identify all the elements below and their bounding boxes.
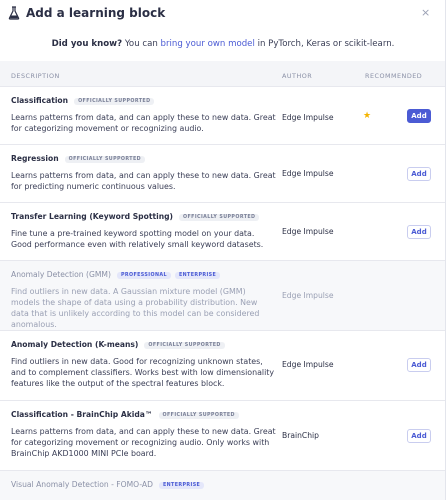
block-title: Visual Anomaly Detection - FOMO-AD ENTERP… [11, 480, 205, 489]
dialog-title: Add a learning block [26, 6, 166, 20]
block-title-text: Transfer Learning (Keyword Spotting) [11, 212, 174, 221]
block-title: Regression OFFICIALLY SUPPORTED [11, 154, 146, 163]
column-description: DESCRIPTION [11, 72, 60, 80]
star-icon: ★ [363, 111, 372, 121]
supported-badge: OFFICIALLY SUPPORTED [74, 98, 155, 105]
block-row-anomaly-gmm: Anomaly Detection (GMM) PROFESSIONAL ENTER… [0, 260, 445, 331]
block-description: Learns patterns from data, and can apply… [11, 113, 276, 133]
block-title-text: Visual Anomaly Detection - FOMO-AD [11, 480, 153, 489]
column-recommended: RECOMMENDED [365, 72, 423, 80]
add-regression-button[interactable]: Add [407, 167, 431, 181]
block-description: Learns patterns from data, and can apply… [11, 427, 276, 458]
block-row-brainchip-akida: Classification - BrainChip Akida™ OFFICIA… [0, 400, 445, 471]
block-title-text: Anomaly Detection (GMM) [11, 270, 111, 279]
block-row-anomaly-kmeans: Anomaly Detection (K-means) OFFICIALLY SU… [0, 330, 445, 401]
block-title: Anomaly Detection (K-means) OFFICIALLY SU… [11, 340, 225, 349]
byom-link[interactable]: bring your own model [161, 39, 255, 49]
block-description: Find outliers in new data. Good for reco… [11, 357, 275, 388]
block-description: Find outliers in new data. A Gaussian mi… [11, 287, 260, 329]
block-author: Edge Impulse [282, 360, 334, 369]
banner-pre: You can [124, 39, 161, 49]
add-anomaly-kmeans-button[interactable]: Add [407, 358, 431, 372]
block-author: Edge Impulse [282, 169, 334, 178]
block-author: BrainChip [282, 431, 319, 440]
supported-badge: OFFICIALLY SUPPORTED [64, 156, 146, 163]
block-title: Transfer Learning (Keyword Spotting) OFFI… [11, 212, 260, 221]
block-row-classification: Classification OFFICIALLY SUPPORTED Learn… [0, 86, 445, 145]
column-author: AUTHOR [282, 72, 313, 80]
enterprise-badge: ENTERPRISE [158, 482, 205, 489]
block-title-text: Classification - BrainChip Akida™ [11, 410, 153, 419]
banner-post: in PyTorch, Keras or scikit-learn. [254, 39, 395, 49]
table-header: DESCRIPTION AUTHOR RECOMMENDED [0, 64, 445, 86]
block-author: Edge Impulse [282, 113, 334, 122]
block-row-regression: Regression OFFICIALLY SUPPORTED Learns pa… [0, 144, 445, 203]
block-title-text: Classification [11, 96, 69, 105]
block-row-transfer-learning-keyword: Transfer Learning (Keyword Spotting) OFFI… [0, 202, 445, 261]
dialog-header: Add a learning block × [0, 0, 445, 29]
supported-badge: OFFICIALLY SUPPORTED [158, 412, 239, 419]
block-title-text: Anomaly Detection (K-means) [11, 340, 139, 349]
add-brainchip-button[interactable]: Add [407, 429, 431, 443]
banner-lead: Did you know? [51, 39, 123, 49]
block-title: Classification - BrainChip Akida™ OFFICIA… [11, 410, 239, 419]
supported-badge: OFFICIALLY SUPPORTED [179, 214, 260, 221]
add-transfer-learning-button[interactable]: Add [407, 225, 431, 239]
block-author: Edge Impulse [282, 291, 334, 300]
close-icon[interactable]: × [421, 6, 430, 19]
add-classification-button[interactable]: Add [407, 109, 431, 123]
enterprise-badge: ENTERPRISE [174, 272, 221, 279]
block-row-visual-anomaly-fomo-ad: Visual Anomaly Detection - FOMO-AD ENTERP… [0, 470, 445, 500]
block-title: Classification OFFICIALLY SUPPORTED [11, 96, 155, 105]
professional-badge: PROFESSIONAL [116, 272, 171, 279]
info-banner: Did you know? You can bring your own mod… [0, 28, 445, 61]
block-description: Learns patterns from data, and can apply… [11, 171, 276, 191]
supported-badge: OFFICIALLY SUPPORTED [144, 342, 225, 349]
learning-block-dialog: Add a learning block × Did you know? You… [0, 0, 446, 500]
block-author: Edge Impulse [282, 227, 334, 236]
block-description: Fine tune a pre-trained keyword spotting… [11, 229, 264, 249]
flask-icon [8, 6, 20, 20]
block-title-text: Regression [11, 154, 59, 163]
block-title: Anomaly Detection (GMM) PROFESSIONAL ENTER… [11, 270, 221, 279]
